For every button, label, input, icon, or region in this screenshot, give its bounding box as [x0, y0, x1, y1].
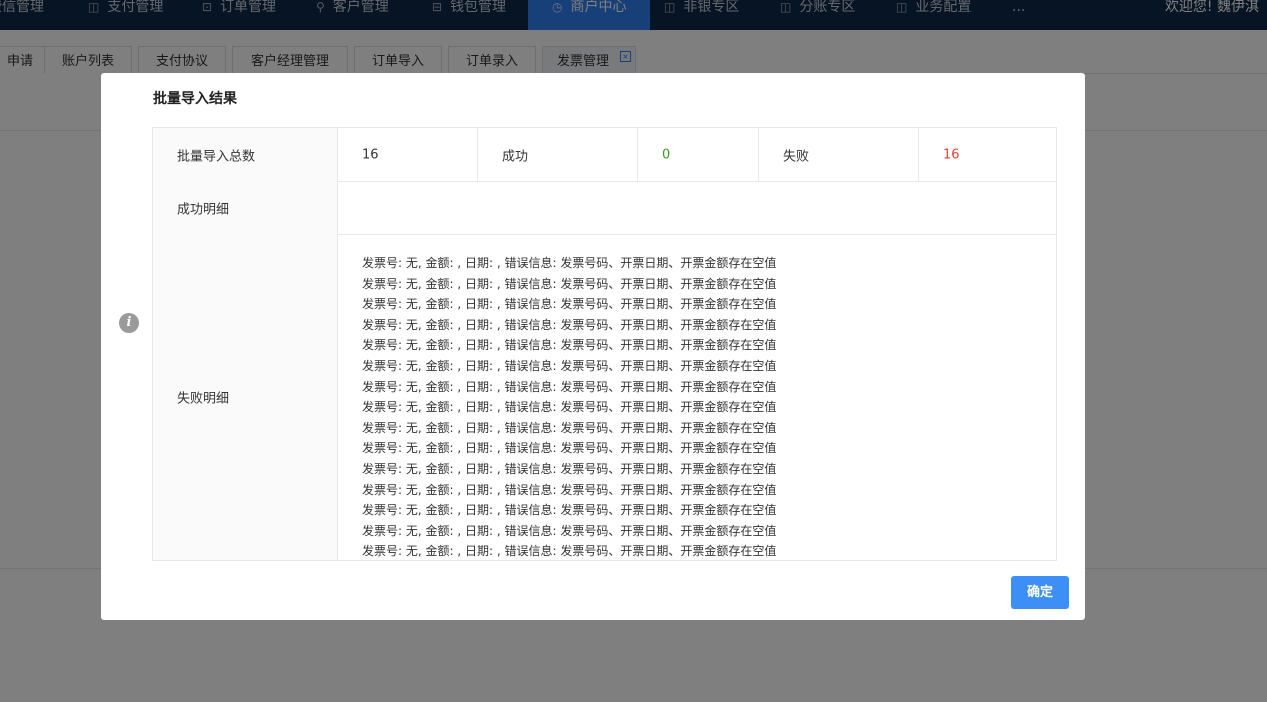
fail-value: 16: [943, 147, 960, 162]
dialog-title: 批量导入结果: [153, 91, 237, 107]
fail-detail-label-cell: 失败明细: [153, 234, 337, 560]
fail-label-cell: 失败: [758, 128, 918, 181]
info-icon: i: [119, 313, 139, 333]
fail-detail-list[interactable]: 发票号: 无, 金额: , 日期: , 错误信息: 发票号码、开票日期、开票金额…: [362, 253, 1056, 559]
fail-detail-line: 发票号: 无, 金额: , 日期: , 错误信息: 发票号码、开票日期、开票金额…: [362, 317, 777, 332]
success-value-cell: 0: [637, 128, 758, 181]
fail-detail-line: 发票号: 无, 金额: , 日期: , 错误信息: 发票号码、开票日期、开票金额…: [362, 358, 777, 373]
confirm-button[interactable]: 确定: [1011, 576, 1069, 609]
summary-row: 批量导入总数 16 成功 0 失败 16: [153, 128, 1056, 182]
fail-detail-line: 发票号: 无, 金额: , 日期: , 错误信息: 发票号码、开票日期、开票金额…: [362, 523, 777, 538]
success-detail-value-cell: [337, 181, 1056, 234]
fail-detail-row: 失败明细 发票号: 无, 金额: , 日期: , 错误信息: 发票号码、开票日期…: [153, 234, 1056, 560]
total-label: 批量导入总数: [177, 149, 256, 164]
fail-detail-line: 发票号: 无, 金额: , 日期: , 错误信息: 发票号码、开票日期、开票金额…: [362, 441, 777, 456]
success-label: 成功: [502, 149, 529, 164]
fail-value-cell: 16: [918, 128, 1056, 181]
success-value: 0: [662, 147, 671, 162]
total-value: 16: [362, 147, 379, 162]
fail-detail-line: 发票号: 无, 金额: , 日期: , 错误信息: 发票号码、开票日期、开票金额…: [362, 544, 777, 559]
fail-detail-line: 发票号: 无, 金额: , 日期: , 错误信息: 发票号码、开票日期、开票金额…: [362, 503, 777, 518]
fail-detail-label: 失败明细: [177, 391, 230, 407]
result-table: 批量导入总数 16 成功 0 失败 16 成功明细 失败明细 发票号: 无, 金…: [152, 127, 1057, 561]
fail-detail-line: 发票号: 无, 金额: , 日期: , 错误信息: 发票号码、开票日期、开票金额…: [362, 482, 777, 497]
fail-detail-value-cell[interactable]: 发票号: 无, 金额: , 日期: , 错误信息: 发票号码、开票日期、开票金额…: [337, 234, 1056, 560]
fail-detail-line: 发票号: 无, 金额: , 日期: , 错误信息: 发票号码、开票日期、开票金额…: [362, 400, 777, 415]
success-detail-label-cell: 成功明细: [153, 181, 337, 234]
fail-detail-line: 发票号: 无, 金额: , 日期: , 错误信息: 发票号码、开票日期、开票金额…: [362, 276, 777, 291]
fail-detail-line: 发票号: 无, 金额: , 日期: , 错误信息: 发票号码、开票日期、开票金额…: [362, 338, 777, 353]
fail-detail-line: 发票号: 无, 金额: , 日期: , 错误信息: 发票号码、开票日期、开票金额…: [362, 461, 777, 476]
fail-detail-line: 发票号: 无, 金额: , 日期: , 错误信息: 发票号码、开票日期、开票金额…: [362, 297, 777, 312]
success-detail-label: 成功明细: [177, 202, 230, 217]
success-label-cell: 成功: [477, 128, 637, 181]
fail-label: 失败: [783, 149, 810, 164]
total-value-cell: 16: [337, 128, 477, 181]
total-label-cell: 批量导入总数: [153, 128, 337, 181]
fail-detail-line: 发票号: 无, 金额: , 日期: , 错误信息: 发票号码、开票日期、开票金额…: [362, 420, 777, 435]
fail-detail-line: 发票号: 无, 金额: , 日期: , 错误信息: 发票号码、开票日期、开票金额…: [362, 256, 777, 270]
success-detail-row: 成功明细: [153, 181, 1056, 235]
fail-detail-line: 发票号: 无, 金额: , 日期: , 错误信息: 发票号码、开票日期、开票金额…: [362, 379, 777, 394]
import-result-dialog: 批量导入结果 i 批量导入总数 16 成功 0 失败 16 成功明细 失败明细 …: [101, 73, 1085, 620]
